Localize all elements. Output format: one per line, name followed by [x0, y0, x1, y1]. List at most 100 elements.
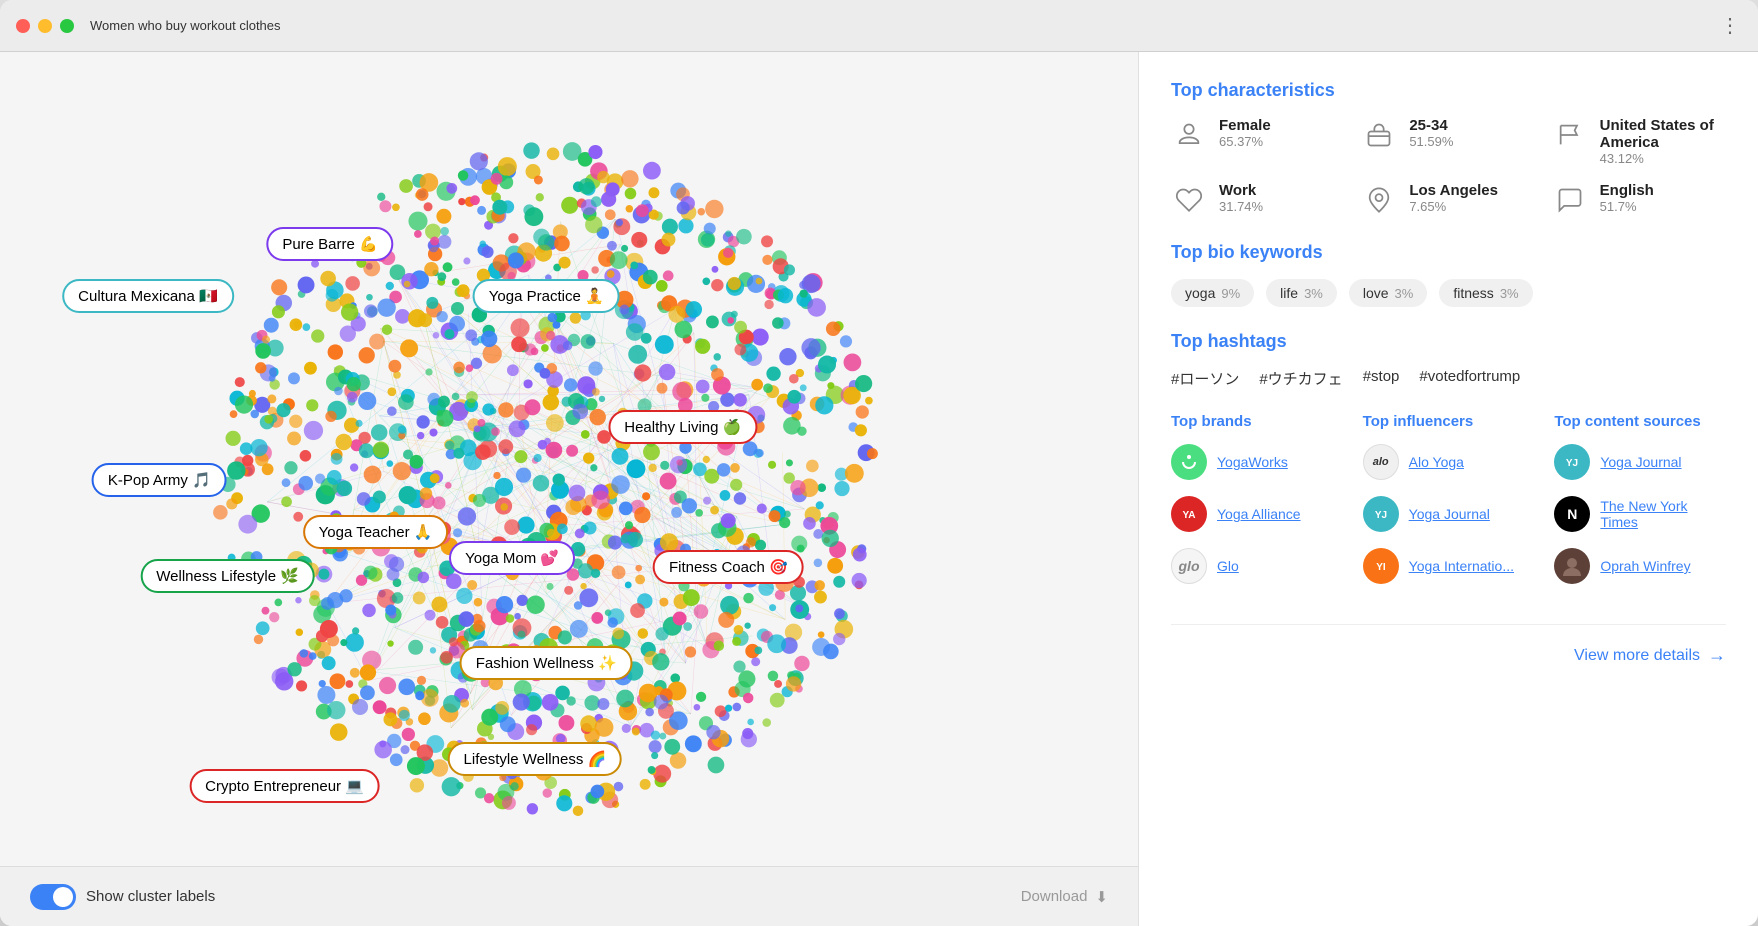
cluster-label[interactable]: Fitness Coach 🎯: [653, 550, 804, 584]
birthday-icon: [1361, 117, 1397, 153]
download-icon: ⬇: [1095, 888, 1108, 906]
cluster-label[interactable]: Yoga Teacher 🙏: [303, 515, 449, 549]
oprah-logo: [1554, 548, 1590, 584]
view-more-button[interactable]: View more details →: [1574, 645, 1726, 666]
top-influencers-title: Top influencers: [1363, 413, 1535, 430]
bottom-bar: Show cluster labels Download ⬇: [0, 866, 1138, 926]
person-icon: [1171, 117, 1207, 153]
char-item-work: Work 31.74%: [1171, 182, 1345, 218]
char-item-language: English 51.7%: [1552, 182, 1726, 218]
heart-icon: [1171, 182, 1207, 218]
keyword-love-pct: 3%: [1395, 286, 1414, 301]
influencer-alo-yoga: alo Alo Yoga: [1363, 444, 1535, 480]
glo-logo: glo: [1171, 548, 1207, 584]
cluster-label[interactable]: Fashion Wellness ✨: [460, 646, 633, 680]
right-panel: Top characteristics Female 65.37%: [1138, 52, 1758, 926]
cluster-label[interactable]: Lifestyle Wellness 🌈: [448, 742, 623, 776]
flag-icon: [1552, 117, 1588, 153]
brand-name-glo[interactable]: Glo: [1217, 558, 1239, 574]
toggle-label: Show cluster labels: [86, 888, 215, 905]
char-name-language: English: [1600, 182, 1654, 199]
download-button[interactable]: Download ⬇: [1021, 888, 1108, 906]
char-name-country: United States of America: [1600, 117, 1726, 151]
char-pct-work: 31.74%: [1219, 199, 1263, 214]
chat-icon: [1552, 182, 1588, 218]
keyword-love-word: love: [1363, 285, 1389, 301]
top-brands-col: Top brands YogaWorks YA Yoga Alliance: [1171, 413, 1343, 600]
hashtags-title: Top hashtags: [1171, 331, 1726, 352]
characteristics-section: Top characteristics Female 65.37%: [1171, 80, 1726, 218]
keyword-fitness-pct: 3%: [1500, 286, 1519, 301]
char-item-city: Los Angeles 7.65%: [1361, 182, 1535, 218]
brand-yoga-alliance: YA Yoga Alliance: [1171, 496, 1343, 532]
hashtags-section: Top hashtags #ローソン #ウチカフェ #stop #votedfo…: [1171, 331, 1726, 389]
menu-dots-icon[interactable]: ⋮: [1720, 13, 1742, 38]
hashtag-4: #votedfortrump: [1419, 368, 1520, 389]
yogaworks-logo: [1171, 444, 1207, 480]
app-window: Women who buy workout clothes ⋮ Yoga Pra…: [0, 0, 1758, 926]
close-button[interactable]: [16, 19, 30, 33]
cluster-label[interactable]: Yoga Practice 🧘: [473, 279, 620, 313]
minimize-button[interactable]: [38, 19, 52, 33]
influencer-name-alo-yoga[interactable]: Alo Yoga: [1409, 454, 1464, 470]
view-more-bar: View more details →: [1171, 624, 1726, 666]
influencer-name-yoga-internatio[interactable]: Yoga Internatio...: [1409, 558, 1514, 574]
titlebar: Women who buy workout clothes ⋮: [0, 0, 1758, 52]
yoga-internatio-logo: YI: [1363, 548, 1399, 584]
hashtag-2: #ウチカフェ: [1259, 368, 1342, 389]
maximize-button[interactable]: [60, 19, 74, 33]
cluster-label[interactable]: Pure Barre 💪: [266, 227, 393, 261]
brand-glo: glo Glo: [1171, 548, 1343, 584]
download-label: Download: [1021, 888, 1088, 905]
influencer-yoga-internatio: YI Yoga Internatio...: [1363, 548, 1535, 584]
cluster-labels-toggle[interactable]: [30, 884, 76, 910]
char-item-country: United States of America 43.12%: [1552, 117, 1726, 166]
char-item-female: Female 65.37%: [1171, 117, 1345, 166]
char-name-work: Work: [1219, 182, 1263, 199]
svg-text:YA: YA: [1183, 510, 1196, 521]
top-content-sources-title: Top content sources: [1554, 413, 1726, 430]
source-nyt: N The New York Times: [1554, 496, 1726, 532]
main-content: Yoga Practice 🧘 Pure Barre 💪 Cultura Mexic…: [0, 52, 1758, 926]
yoga-journal-inf-logo: YJ: [1363, 496, 1399, 532]
cluster-label[interactable]: K-Pop Army 🎵: [92, 463, 227, 497]
char-item-age: 25-34 51.59%: [1361, 117, 1535, 166]
char-pct-language: 51.7%: [1600, 199, 1654, 214]
brand-name-yoga-alliance[interactable]: Yoga Alliance: [1217, 506, 1301, 522]
source-yoga-journal: YJ Yoga Journal: [1554, 444, 1726, 480]
cluster-label[interactable]: Wellness Lifestyle 🌿: [140, 559, 315, 593]
cluster-label[interactable]: Crypto Entrepreneur 💻: [189, 769, 380, 803]
brand-yogaworks: YogaWorks: [1171, 444, 1343, 480]
location-icon: [1361, 182, 1397, 218]
top-brands-title: Top brands: [1171, 413, 1343, 430]
bio-keywords-title: Top bio keywords: [1171, 242, 1726, 263]
brand-name-yogaworks[interactable]: YogaWorks: [1217, 454, 1288, 470]
traffic-lights: [16, 19, 74, 33]
arrow-right-icon: →: [1708, 645, 1726, 666]
keyword-life: life 3%: [1266, 279, 1337, 307]
keyword-love: love 3%: [1349, 279, 1427, 307]
char-pct-city: 7.65%: [1409, 199, 1498, 214]
yoga-journal-cs-logo: YJ: [1554, 444, 1590, 480]
yoga-alliance-logo: YA: [1171, 496, 1207, 532]
char-pct-age: 51.59%: [1409, 134, 1453, 149]
nyt-logo: N: [1554, 496, 1590, 532]
influencer-name-yoga-journal[interactable]: Yoga Journal: [1409, 506, 1490, 522]
top-content-sources-col: Top content sources YJ Yoga Journal N Th…: [1554, 413, 1726, 600]
keyword-yoga: yoga 9%: [1171, 279, 1254, 307]
svg-text:YJ: YJ: [1375, 510, 1387, 521]
alo-yoga-logo: alo: [1363, 444, 1399, 480]
cluster-label[interactable]: Cultura Mexicana 🇲🇽: [62, 279, 234, 313]
keyword-yoga-word: yoga: [1185, 285, 1215, 301]
window-title: Women who buy workout clothes: [90, 18, 281, 33]
source-name-oprah[interactable]: Oprah Winfrey: [1600, 558, 1690, 574]
hashtags-row: #ローソン #ウチカフェ #stop #votedfortrump: [1171, 368, 1726, 389]
source-name-nyt[interactable]: The New York Times: [1600, 498, 1726, 530]
char-pct-country: 43.12%: [1600, 151, 1726, 166]
char-pct-female: 65.37%: [1219, 134, 1271, 149]
source-name-yoga-journal[interactable]: Yoga Journal: [1600, 454, 1681, 470]
cluster-label[interactable]: Healthy Living 🍏: [608, 410, 757, 444]
svg-text:YI: YI: [1376, 562, 1386, 573]
keywords-row: yoga 9% life 3% love 3% fitness 3%: [1171, 279, 1726, 307]
cluster-label[interactable]: Yoga Mom 💕: [449, 541, 575, 575]
